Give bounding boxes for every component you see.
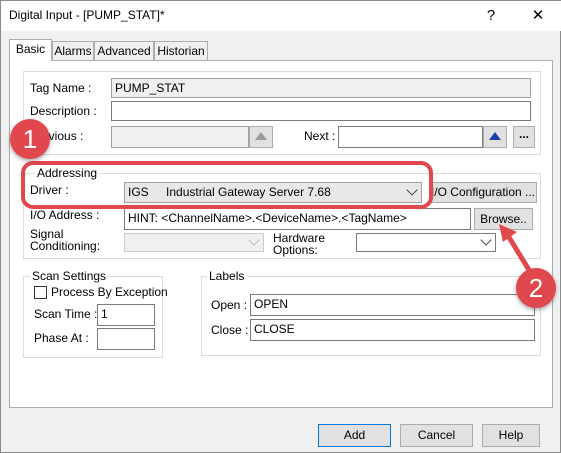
dialog-window: Digital Input - [PUMP_STAT]* ? ✕ Basic A…	[0, 0, 561, 453]
up-triangle-icon	[255, 132, 267, 140]
title-bar: Digital Input - [PUMP_STAT]* ? ✕	[1, 1, 561, 31]
chevron-down-icon	[248, 234, 260, 246]
process-by-exception-label: Process By Exception	[51, 285, 168, 299]
annotation-badge-1: 1	[10, 119, 50, 159]
driver-highlight-outline	[21, 161, 433, 209]
tag-name-label: Tag Name :	[30, 81, 92, 95]
next-label: Next :	[304, 129, 336, 143]
help-button[interactable]: ?	[468, 1, 514, 31]
signal-label-line2: Conditioning:	[30, 239, 101, 253]
next-browse-button[interactable]: ...	[513, 126, 535, 148]
up-triangle-icon	[489, 132, 501, 140]
help-footer-button[interactable]: Help	[482, 424, 540, 447]
io-address-field[interactable]: HINT: <ChannelName>.<DeviceName>.<TagNam…	[124, 208, 471, 230]
previous-field[interactable]	[111, 126, 249, 148]
hardware-options-label: Hardware Options:	[273, 232, 325, 256]
description-label: Description :	[30, 104, 97, 118]
previous-up-button[interactable]	[249, 126, 273, 148]
tab-basic[interactable]: Basic	[9, 39, 52, 61]
tab-historian[interactable]: Historian	[154, 41, 208, 61]
scan-time-label: Scan Time :	[34, 307, 98, 321]
tag-name-field[interactable]: PUMP_STAT	[111, 78, 531, 98]
next-up-button[interactable]	[483, 126, 507, 148]
add-button[interactable]: Add	[318, 424, 391, 447]
scan-time-field[interactable]: 1	[97, 304, 155, 326]
labels-group	[201, 276, 541, 356]
hardware-label-line2: Options:	[273, 243, 318, 257]
close-field[interactable]: CLOSE	[250, 319, 535, 341]
tab-alarms[interactable]: Alarms	[52, 41, 94, 61]
process-by-exception-checkbox[interactable]	[34, 286, 47, 299]
next-field[interactable]	[338, 126, 483, 148]
tab-advanced[interactable]: Advanced	[94, 41, 154, 61]
close-button[interactable]: ✕	[515, 1, 561, 31]
open-field[interactable]: OPEN	[250, 294, 535, 316]
chevron-down-icon	[480, 234, 492, 246]
hardware-options-select[interactable]	[356, 233, 496, 252]
phase-at-label: Phase At :	[34, 331, 89, 345]
cancel-button[interactable]: Cancel	[400, 424, 473, 447]
open-label: Open :	[211, 298, 248, 312]
window-title: Digital Input - [PUMP_STAT]*	[9, 8, 165, 22]
annotation-arrow-icon	[499, 224, 532, 273]
close-label: Close :	[211, 323, 249, 337]
io-configuration-button[interactable]: I/O Configuration ...	[429, 182, 537, 203]
phase-at-field[interactable]	[97, 328, 155, 350]
labels-legend: Labels	[207, 269, 247, 283]
signal-conditioning-label: Signal Conditioning:	[30, 228, 100, 252]
description-field[interactable]	[111, 101, 531, 121]
scan-settings-legend: Scan Settings	[30, 269, 109, 283]
signal-conditioning-select[interactable]	[124, 233, 264, 252]
io-address-label: I/O Address :	[30, 208, 100, 222]
